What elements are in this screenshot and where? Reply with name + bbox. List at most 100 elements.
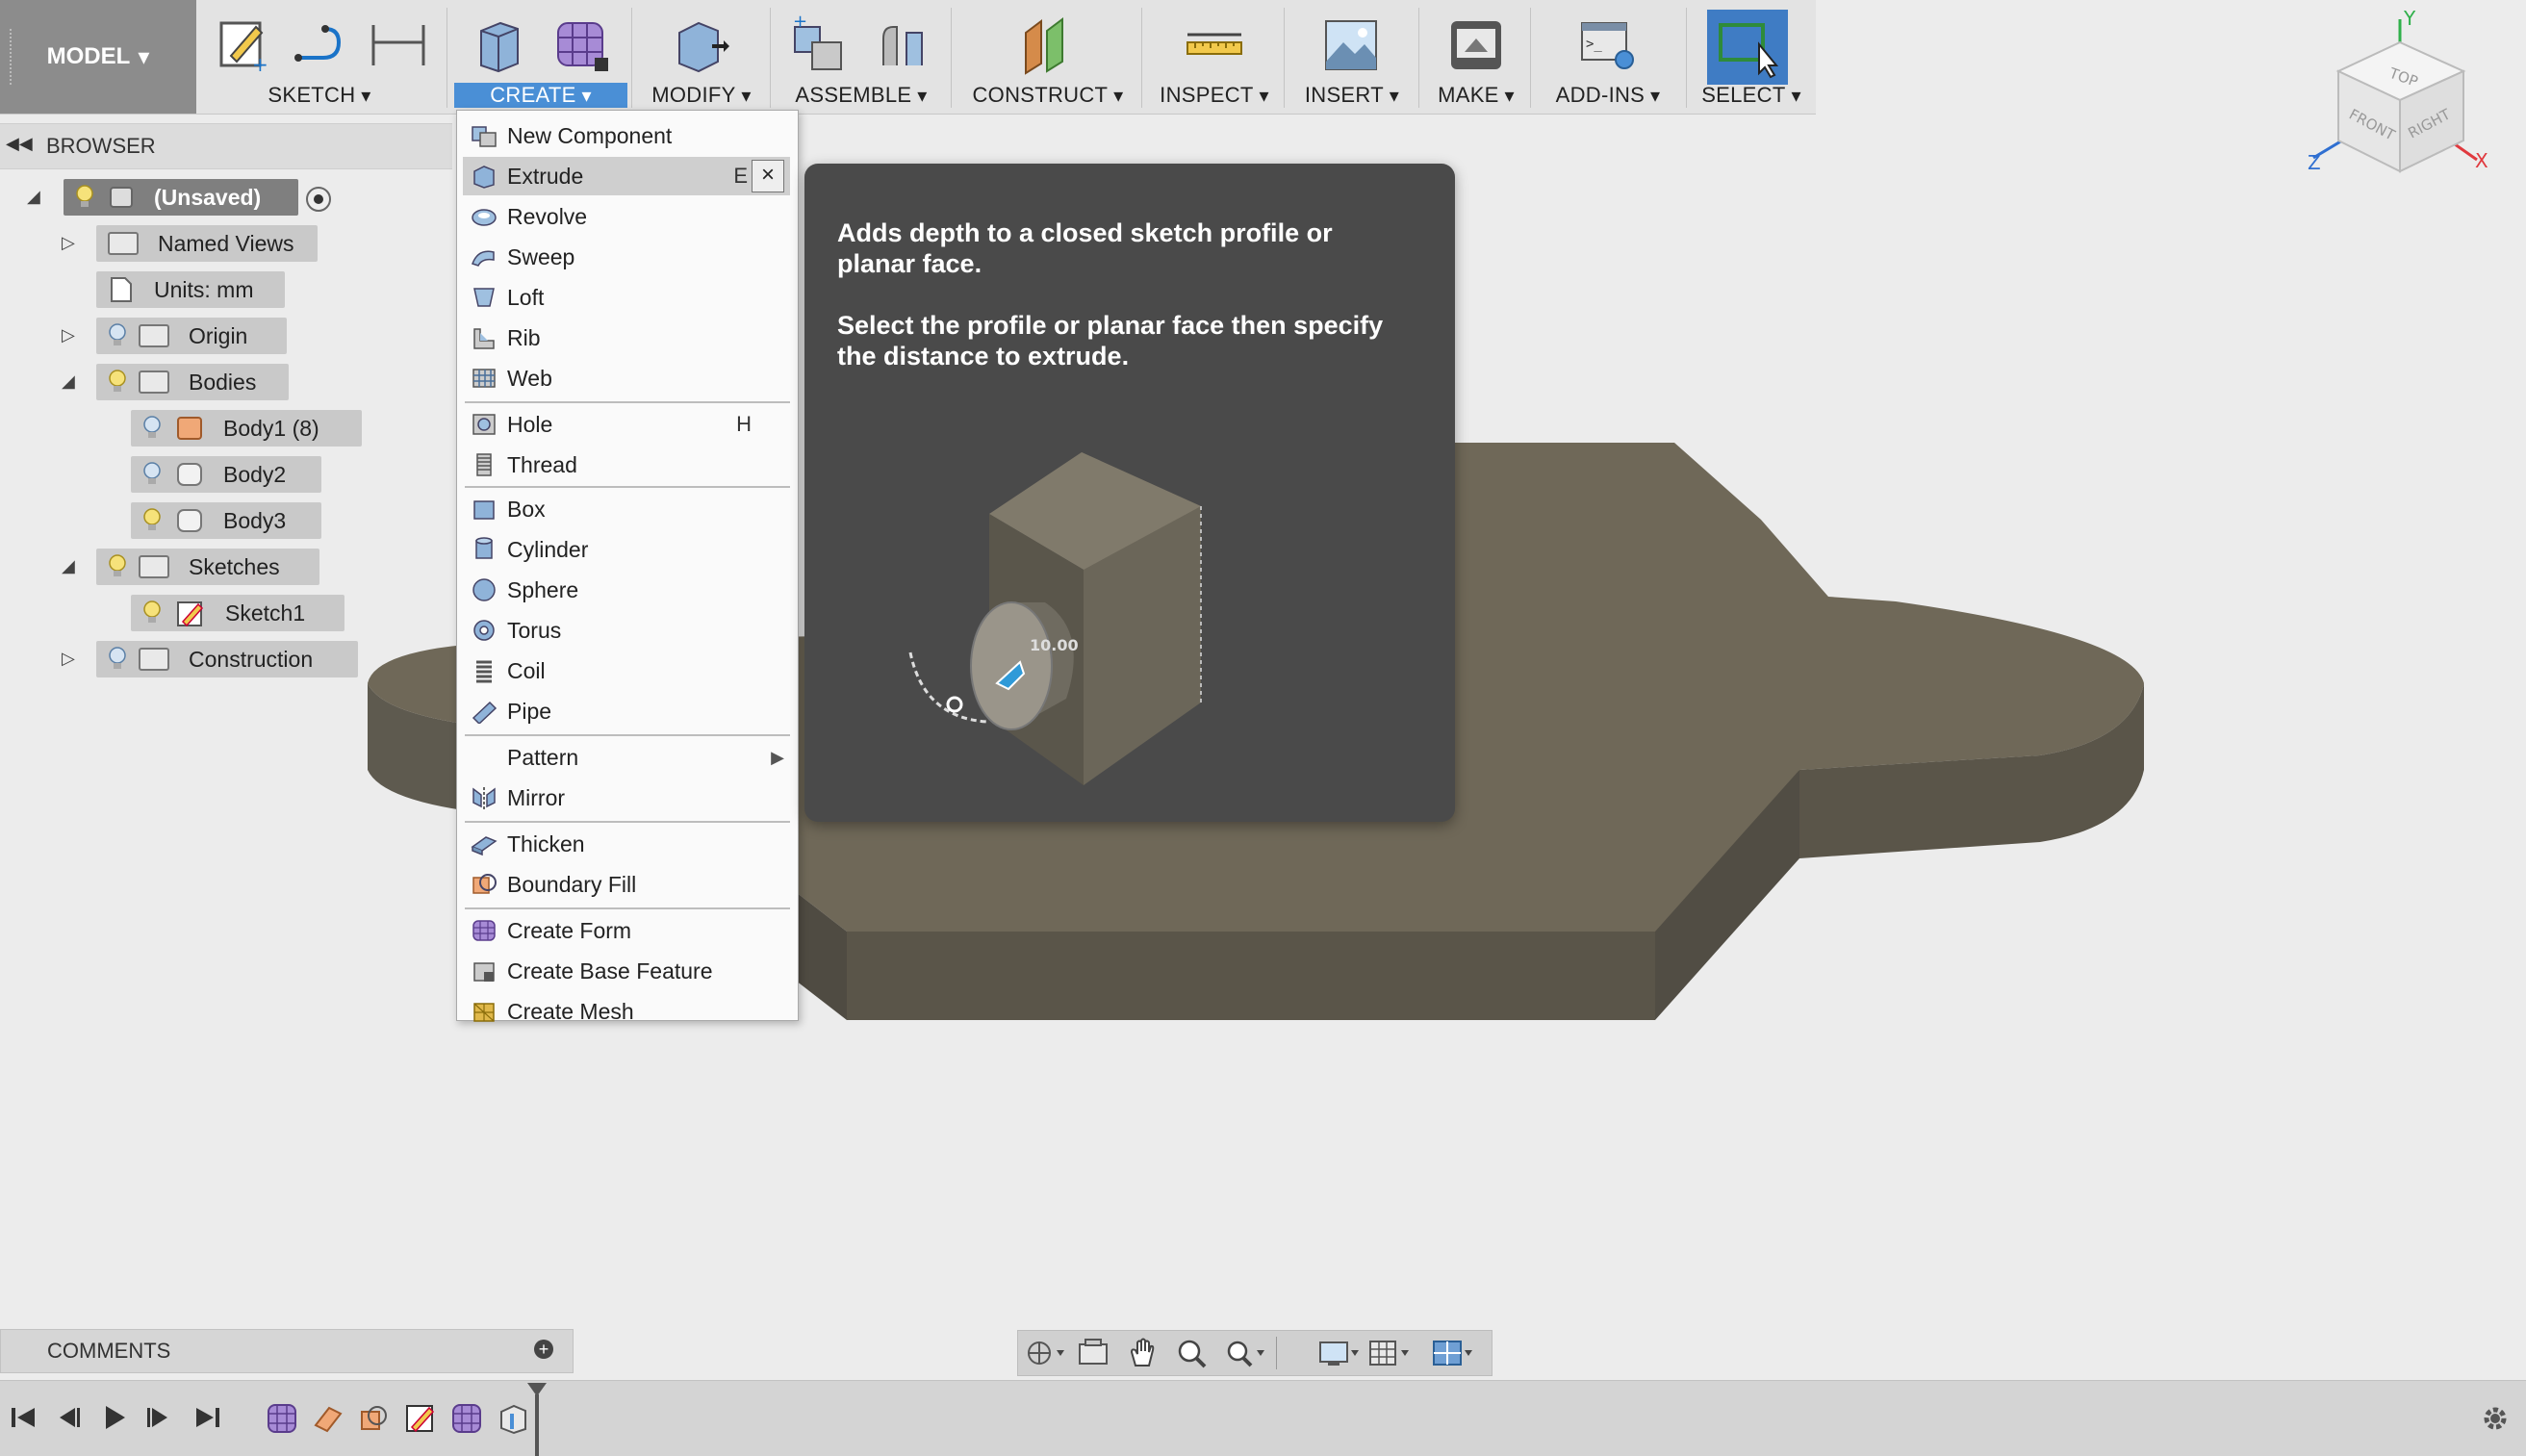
menu-item-pipe[interactable]: Pipe [463, 692, 790, 730]
sketch-feature-icon[interactable] [312, 1402, 344, 1435]
menu-item-torus[interactable]: Torus [463, 611, 790, 650]
viewports-icon[interactable] [1432, 1337, 1478, 1369]
inspect-group[interactable]: INSPECT [1147, 0, 1282, 114]
menu-item-label: Revolve [507, 203, 588, 229]
tree-row-units[interactable]: Units: mm [0, 271, 452, 310]
viewcube[interactable]: TOP FRONT RIGHT Y X Z [2300, 6, 2492, 198]
menu-item-loft[interactable]: Loft [463, 278, 790, 317]
assemble-group[interactable]: + ASSEMBLE [776, 0, 947, 114]
form-feature-icon[interactable] [266, 1402, 298, 1435]
menu-item-pattern[interactable]: Pattern ▶ [463, 738, 790, 777]
lightbulb-icon[interactable] [108, 647, 127, 672]
menu-item-new-component[interactable]: New Component [463, 116, 790, 155]
extrude-feature-icon[interactable] [497, 1402, 529, 1435]
named-views-node[interactable]: Named Views [96, 225, 318, 262]
expand-triangle-icon[interactable]: ▷ [62, 325, 75, 345]
units-node[interactable]: Units: mm [96, 271, 285, 308]
lightbulb-icon[interactable] [108, 323, 127, 348]
sketches-node[interactable]: Sketches [96, 549, 319, 585]
play-icon[interactable] [96, 1402, 131, 1433]
tree-row-bodies[interactable]: ◢ Bodies [0, 364, 452, 402]
timeline-settings-gear-icon[interactable] [2479, 1402, 2512, 1435]
create-group[interactable]: CREATE [454, 0, 627, 114]
comments-panel[interactable]: COMMENTS + [0, 1329, 574, 1373]
menu-item-coil[interactable]: Coil [463, 651, 790, 690]
browser-header[interactable]: ◀◀ BROWSER [0, 123, 452, 169]
menu-item-boundary-fill[interactable]: Boundary Fill [463, 865, 790, 904]
tree-row-construction[interactable]: ▷ Construction [0, 641, 452, 679]
menu-item-cylinder[interactable]: Cylinder [463, 530, 790, 569]
tree-row-body2[interactable]: Body2 [0, 456, 452, 495]
tree-row-named-views[interactable]: ▷ Named Views [0, 225, 452, 264]
step-forward-icon[interactable] [142, 1402, 177, 1433]
menu-item-box[interactable]: Box [463, 490, 790, 528]
menu-item-create-base-feature[interactable]: Create Base Feature [463, 952, 790, 990]
root-node[interactable]: (Unsaved) [64, 179, 298, 216]
activate-radio-icon[interactable] [304, 185, 333, 214]
menu-item-thicken[interactable]: Thicken [463, 825, 790, 863]
menu-item-create-mesh[interactable]: Create Mesh [463, 992, 790, 1031]
tree-row-sketch1[interactable]: Sketch1 [0, 595, 452, 633]
menu-item-sweep[interactable]: Sweep [463, 238, 790, 276]
step-back-icon[interactable] [50, 1402, 85, 1433]
insert-canvas-icon [1325, 20, 1377, 70]
tree-row-body1[interactable]: Body1 (8) [0, 410, 452, 448]
lightbulb-icon[interactable] [75, 185, 94, 210]
tree-row-sketches[interactable]: ◢ Sketches [0, 549, 452, 587]
lightbulb-icon[interactable] [142, 508, 162, 533]
make-group[interactable]: MAKE [1424, 0, 1528, 114]
collapse-icon[interactable]: ◀◀ [6, 134, 33, 154]
lightbulb-icon[interactable] [108, 370, 127, 395]
close-icon[interactable]: × [752, 160, 784, 192]
body1-node[interactable]: Body1 (8) [131, 410, 362, 447]
boundary-feature-icon[interactable] [358, 1402, 391, 1435]
lightbulb-icon[interactable] [142, 462, 162, 487]
sketch1-feature-icon[interactable] [404, 1402, 437, 1435]
menu-item-thread[interactable]: Thread [463, 446, 790, 484]
go-to-end-icon[interactable] [191, 1402, 225, 1433]
insert-group[interactable]: INSERT [1289, 0, 1415, 114]
grid-settings-icon[interactable] [1366, 1337, 1413, 1369]
menu-item-revolve[interactable]: Revolve [463, 197, 790, 236]
timeline-marker[interactable] [525, 1381, 549, 1456]
addins-group[interactable]: >_ ADD-INS [1536, 0, 1680, 114]
menu-item-create-form[interactable]: Create Form [463, 911, 790, 950]
origin-node[interactable]: Origin [96, 318, 287, 354]
lightbulb-icon[interactable] [142, 600, 162, 626]
lightbulb-icon[interactable] [142, 416, 162, 441]
construct-group[interactable]: CONSTRUCT [958, 0, 1137, 114]
display-settings-icon[interactable] [1316, 1337, 1363, 1369]
expand-triangle-icon[interactable]: ▷ [62, 233, 75, 253]
select-group[interactable]: SELECT [1694, 0, 1809, 114]
lightbulb-icon[interactable] [108, 554, 127, 579]
tree-row-root[interactable]: ◢ (Unsaved) [0, 179, 452, 217]
bodies-node[interactable]: Bodies [96, 364, 289, 400]
go-to-start-icon[interactable] [6, 1402, 40, 1433]
modify-group[interactable]: MODIFY [637, 0, 766, 114]
menu-item-rib[interactable]: Rib [463, 319, 790, 357]
menu-item-hole[interactable]: Hole H [463, 405, 790, 444]
pan-hand-icon[interactable] [1122, 1337, 1168, 1369]
construction-node[interactable]: Construction [96, 641, 358, 677]
orbit-icon[interactable] [1022, 1337, 1068, 1369]
fit-zoom-icon[interactable] [1222, 1337, 1268, 1369]
expand-triangle-icon[interactable]: ◢ [27, 187, 40, 207]
body3-node[interactable]: Body3 [131, 502, 321, 539]
expand-triangle-icon[interactable]: ◢ [62, 556, 75, 576]
workspace-switcher[interactable]: MODEL ▾ [0, 0, 196, 114]
expand-triangle-icon[interactable]: ◢ [62, 371, 75, 392]
body2-node[interactable]: Body2 [131, 456, 321, 493]
tree-row-origin[interactable]: ▷ Origin [0, 318, 452, 356]
sketch-group[interactable]: + SKETCH [204, 0, 435, 114]
zoom-icon[interactable] [1172, 1337, 1218, 1369]
form2-feature-icon[interactable] [450, 1402, 483, 1435]
menu-item-web[interactable]: Web [463, 359, 790, 397]
expand-triangle-icon[interactable]: ▷ [62, 649, 75, 669]
tree-row-body3[interactable]: Body3 [0, 502, 452, 541]
look-at-icon[interactable] [1072, 1337, 1118, 1369]
menu-item-extrude[interactable]: Extrude E × [463, 157, 790, 195]
sketch1-node[interactable]: Sketch1 [131, 595, 344, 631]
menu-item-mirror[interactable]: Mirror [463, 779, 790, 817]
menu-item-sphere[interactable]: Sphere [463, 571, 790, 609]
add-comment-icon[interactable]: + [534, 1340, 553, 1359]
